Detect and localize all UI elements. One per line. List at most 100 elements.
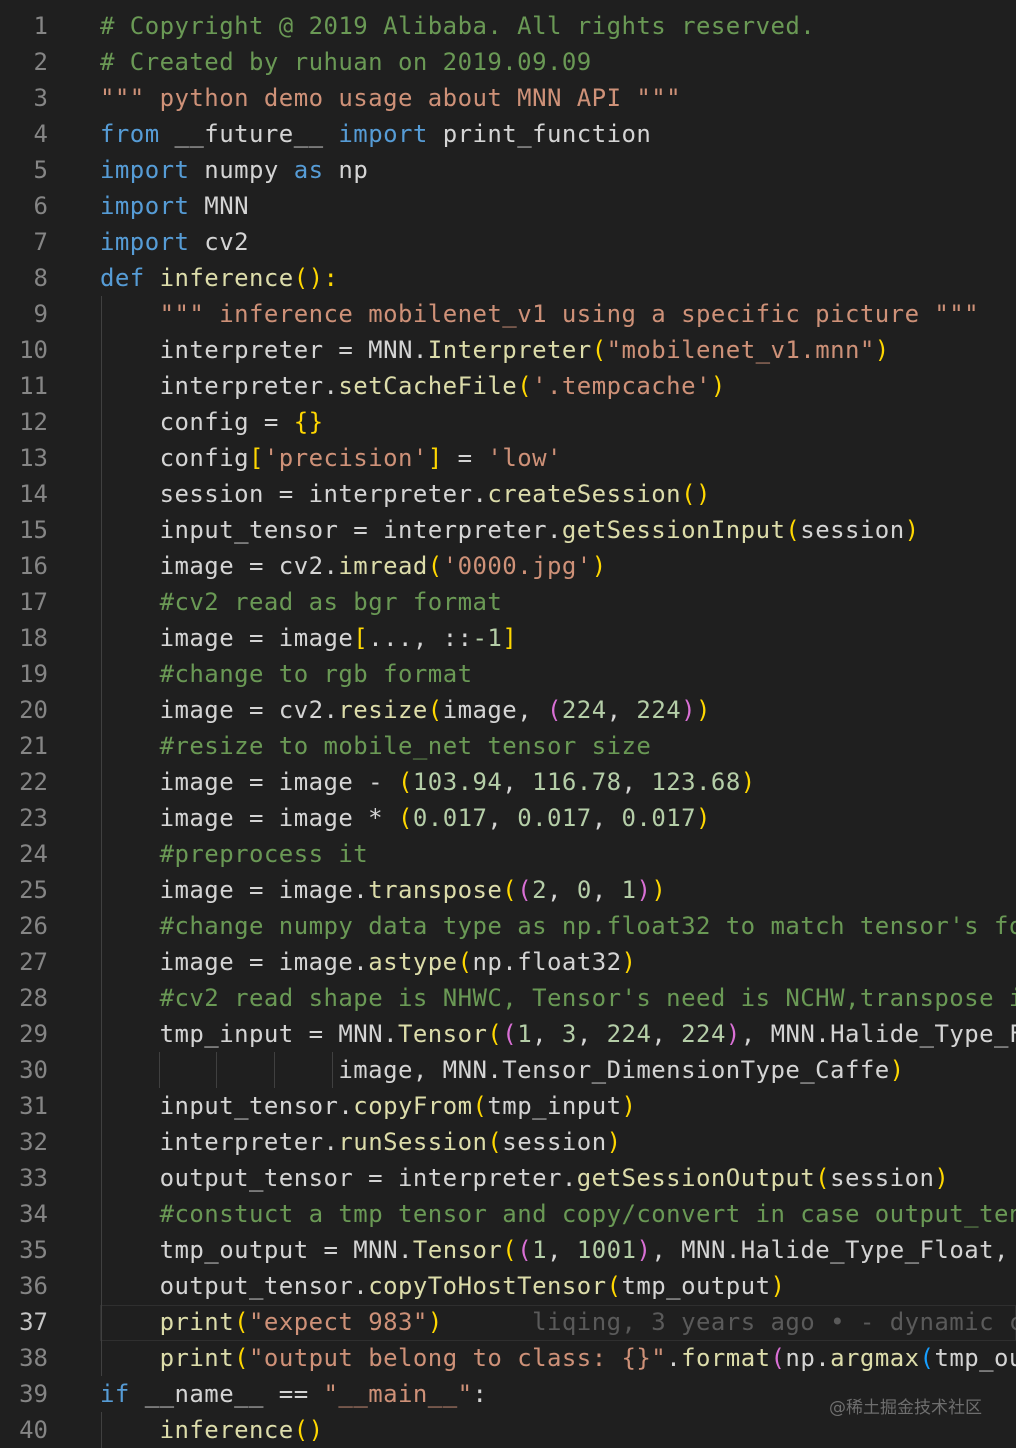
code-token: [ bbox=[353, 624, 369, 652]
code-text[interactable]: import MNN bbox=[100, 188, 249, 224]
code-line[interactable]: 31 input_tensor.copyFrom(tmp_input) bbox=[0, 1088, 1016, 1124]
code-text[interactable]: interpreter = MNN.Interpreter("mobilenet… bbox=[100, 332, 890, 368]
code-line[interactable]: 24 #preprocess it bbox=[0, 836, 1016, 872]
code-line[interactable]: 33 output_tensor = interpreter.getSessio… bbox=[0, 1160, 1016, 1196]
code-line[interactable]: 40 inference() bbox=[0, 1412, 1016, 1448]
code-text[interactable]: #constuct a tmp tensor and copy/convert … bbox=[100, 1196, 1016, 1232]
code-line[interactable]: 18 image = image[..., ::-1] bbox=[0, 620, 1016, 656]
code-line[interactable]: 36 output_tensor.copyToHostTensor(tmp_ou… bbox=[0, 1268, 1016, 1304]
code-text[interactable]: #change numpy data type as np.float32 to… bbox=[100, 908, 1016, 944]
code-token: resize bbox=[338, 696, 428, 724]
code-text[interactable]: inference() bbox=[100, 1412, 324, 1448]
code-line[interactable]: 9 """ inference mobilenet_v1 using a spe… bbox=[0, 296, 1016, 332]
code-text[interactable]: image = image.astype(np.float32) bbox=[100, 944, 636, 980]
code-line[interactable]: 3 """ python demo usage about MNN API """ bbox=[0, 80, 1016, 116]
code-text[interactable]: config['precision'] = 'low' bbox=[100, 440, 562, 476]
code-line[interactable]: 20 image = cv2.resize(image, (224, 224)) bbox=[0, 692, 1016, 728]
code-text[interactable]: #change to rgb format bbox=[100, 656, 473, 692]
code-text[interactable]: interpreter.runSession(session) bbox=[100, 1124, 622, 1160]
code-text[interactable]: import cv2 bbox=[100, 224, 249, 260]
code-line[interactable]: 30 image, MNN.Tensor_DimensionType_Caffe… bbox=[0, 1052, 1016, 1088]
code-text[interactable]: from __future__ import print_function bbox=[100, 116, 651, 152]
code-text[interactable]: image = cv2.imread('0000.jpg') bbox=[100, 548, 607, 584]
code-text[interactable]: tmp_input = MNN.Tensor((1, 3, 224, 224),… bbox=[100, 1016, 1016, 1052]
code-line[interactable]: 2 # Created by ruhuan on 2019.09.09 bbox=[0, 44, 1016, 80]
code-token: "output belong to class: {}" bbox=[249, 1344, 667, 1372]
code-text[interactable]: interpreter.setCacheFile('.tempcache') bbox=[100, 368, 726, 404]
code-token: argmax bbox=[830, 1344, 920, 1372]
code-token: 'precision' bbox=[263, 444, 428, 472]
code-line[interactable]: 10 interpreter = MNN.Interpreter("mobile… bbox=[0, 332, 1016, 368]
line-number: 20 bbox=[19, 696, 48, 724]
code-token: copyToHostTensor bbox=[368, 1272, 607, 1300]
code-text[interactable]: if __name__ == "__main__": bbox=[100, 1376, 487, 1412]
code-editor[interactable]: @稀土掘金技术社区 1 # Copyright @ 2019 Alibaba. A… bbox=[0, 0, 1016, 1448]
code-token: inference bbox=[159, 264, 294, 292]
code-text[interactable]: tmp_output = MNN.Tensor((1, 1001), MNN.H… bbox=[100, 1232, 1016, 1268]
code-text[interactable]: # Copyright @ 2019 Alibaba. All rights r… bbox=[100, 8, 815, 44]
code-line[interactable]: 37 print("expect 983") liqing, 3 years a… bbox=[0, 1304, 1016, 1340]
code-line[interactable]: 38 print("output belong to class: {}".fo… bbox=[0, 1340, 1016, 1376]
code-text[interactable]: """ inference mobilenet_v1 using a speci… bbox=[100, 296, 979, 332]
code-text[interactable]: output_tensor = interpreter.getSessionOu… bbox=[100, 1160, 949, 1196]
code-token: 224 bbox=[606, 1020, 652, 1048]
code-text[interactable]: def inference(): bbox=[100, 260, 338, 296]
line-number: 22 bbox=[19, 768, 48, 796]
code-text[interactable]: image, MNN.Tensor_DimensionType_Caffe) bbox=[100, 1052, 905, 1088]
code-text[interactable]: #preprocess it bbox=[100, 836, 368, 872]
code-line[interactable]: 5 import numpy as np bbox=[0, 152, 1016, 188]
code-line[interactable]: 21 #resize to mobile_net tensor size bbox=[0, 728, 1016, 764]
code-text[interactable]: print("expect 983") liqing, 3 years ago … bbox=[100, 1304, 1016, 1340]
code-line[interactable]: 27 image = image.astype(np.float32) bbox=[0, 944, 1016, 980]
code-text[interactable]: #cv2 read as bgr format bbox=[100, 584, 502, 620]
code-text[interactable]: session = interpreter.createSession() bbox=[100, 476, 711, 512]
code-text[interactable]: # Created by ruhuan on 2019.09.09 bbox=[100, 44, 592, 80]
line-number: 37 bbox=[19, 1308, 48, 1336]
code-line[interactable]: 35 tmp_output = MNN.Tensor((1, 1001), MN… bbox=[0, 1232, 1016, 1268]
code-line[interactable]: 14 session = interpreter.createSession() bbox=[0, 476, 1016, 512]
code-line[interactable]: 17 #cv2 read as bgr format bbox=[0, 584, 1016, 620]
code-line[interactable]: 23 image = image * (0.017, 0.017, 0.017) bbox=[0, 800, 1016, 836]
code-token: config = bbox=[100, 408, 294, 436]
code-token: output_tensor = interpreter. bbox=[100, 1164, 577, 1192]
code-text[interactable]: image = image.transpose((2, 0, 1)) bbox=[100, 872, 666, 908]
code-text[interactable]: """ python demo usage about MNN API """ bbox=[100, 80, 681, 116]
code-line[interactable]: 29 tmp_input = MNN.Tensor((1, 3, 224, 22… bbox=[0, 1016, 1016, 1052]
code-line[interactable]: 25 image = image.transpose((2, 0, 1)) bbox=[0, 872, 1016, 908]
code-text[interactable]: import numpy as np bbox=[100, 152, 368, 188]
code-text[interactable]: config = {} bbox=[100, 404, 324, 440]
code-line[interactable]: 8 def inference(): bbox=[0, 260, 1016, 296]
code-text[interactable]: print("output belong to class: {}".forma… bbox=[100, 1340, 1016, 1376]
code-line[interactable]: 39 if __name__ == "__main__": bbox=[0, 1376, 1016, 1412]
code-line[interactable]: 15 input_tensor = interpreter.getSession… bbox=[0, 512, 1016, 548]
code-text[interactable]: image = image[..., ::-1] bbox=[100, 620, 517, 656]
code-line[interactable]: 28 #cv2 read shape is NHWC, Tensor's nee… bbox=[0, 980, 1016, 1016]
code-line[interactable]: 6 import MNN bbox=[0, 188, 1016, 224]
code-token: astype bbox=[368, 948, 458, 976]
code-text[interactable]: #resize to mobile_net tensor size bbox=[100, 728, 651, 764]
code-line[interactable]: 16 image = cv2.imread('0000.jpg') bbox=[0, 548, 1016, 584]
code-line[interactable]: 22 image = image - (103.94, 116.78, 123.… bbox=[0, 764, 1016, 800]
code-line[interactable]: 11 interpreter.setCacheFile('.tempcache'… bbox=[0, 368, 1016, 404]
code-line[interactable]: 4 from __future__ import print_function bbox=[0, 116, 1016, 152]
code-line[interactable]: 32 interpreter.runSession(session) bbox=[0, 1124, 1016, 1160]
code-line[interactable]: 13 config['precision'] = 'low' bbox=[0, 440, 1016, 476]
code-text[interactable]: output_tensor.copyToHostTensor(tmp_outpu… bbox=[100, 1268, 785, 1304]
code-line[interactable]: 7 import cv2 bbox=[0, 224, 1016, 260]
code-line[interactable]: 26 #change numpy data type as np.float32… bbox=[0, 908, 1016, 944]
code-line[interactable]: 1 # Copyright @ 2019 Alibaba. All rights … bbox=[0, 8, 1016, 44]
code-text[interactable]: input_tensor = interpreter.getSessionInp… bbox=[100, 512, 920, 548]
code-line[interactable]: 34 #constuct a tmp tensor and copy/conve… bbox=[0, 1196, 1016, 1232]
code-line[interactable]: 12 config = {} bbox=[0, 404, 1016, 440]
code-token: ) bbox=[889, 1056, 905, 1084]
code-text[interactable]: #cv2 read shape is NHWC, Tensor's need i… bbox=[100, 980, 1016, 1016]
code-text[interactable]: input_tensor.copyFrom(tmp_input) bbox=[100, 1088, 636, 1124]
code-line[interactable]: 19 #change to rgb format bbox=[0, 656, 1016, 692]
code-text[interactable]: image = cv2.resize(image, (224, 224)) bbox=[100, 692, 711, 728]
code-token: np bbox=[323, 156, 369, 184]
code-token: "mobilenet_v1.mnn" bbox=[606, 336, 875, 364]
code-text[interactable]: image = image * (0.017, 0.017, 0.017) bbox=[100, 800, 711, 836]
code-text[interactable]: image = image - (103.94, 116.78, 123.68) bbox=[100, 764, 756, 800]
code-token: ) bbox=[591, 552, 607, 580]
